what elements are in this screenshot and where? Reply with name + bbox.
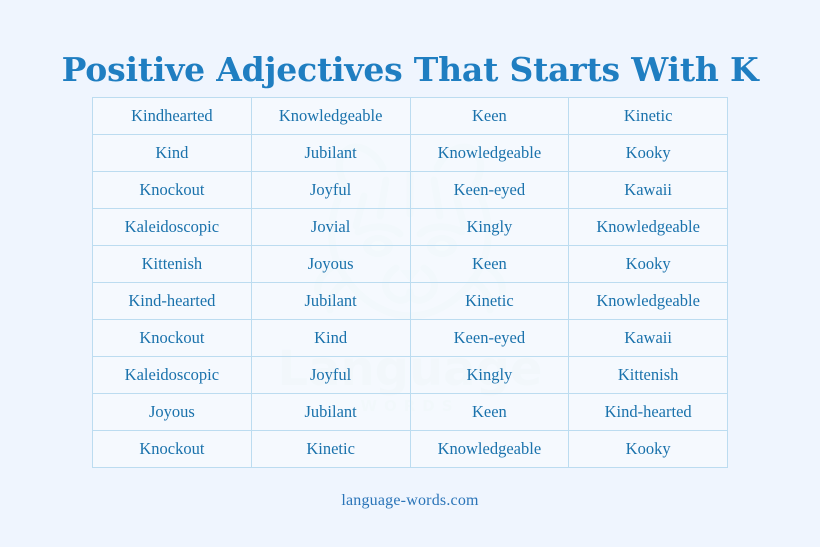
table-cell: Jovial	[250, 208, 411, 246]
table-row: Kind-hearted Jubilant Kinetic Knowledgea…	[92, 282, 728, 320]
table-cell: Kingly	[409, 208, 570, 246]
table-cell: Kinetic	[250, 430, 411, 468]
table-cell: Kingly	[409, 356, 570, 394]
table-row: Knockout Joyful Keen-eyed Kawaii	[92, 171, 728, 209]
table-cell: Joyful	[250, 171, 411, 209]
table-row: Joyous Jubilant Keen Kind-hearted	[92, 393, 728, 431]
table-cell: Knowledgeable	[568, 282, 728, 320]
site-url-footer: language-words.com	[341, 492, 479, 509]
table-cell: Jubilant	[250, 134, 411, 172]
table-cell: Kittenish	[568, 356, 728, 394]
table-cell: Kaleidoscopic	[92, 208, 252, 246]
table-row: Kindhearted Knowledgeable Keen Kinetic	[92, 97, 728, 135]
table-cell: Joyous	[92, 393, 252, 431]
table-cell: Jubilant	[250, 282, 411, 320]
page-title: Positive Adjectives That Starts With K	[61, 50, 759, 90]
table-cell: Keen	[409, 97, 570, 135]
table-cell: Keen	[409, 393, 570, 431]
table-cell: Knockout	[92, 430, 252, 468]
table-cell: Kittenish	[92, 245, 252, 283]
table-cell: Kawaii	[568, 171, 728, 209]
table-cell: Kaleidoscopic	[92, 356, 252, 394]
table-row: Kind Jubilant Knowledgeable Kooky	[92, 134, 728, 172]
table-cell: Kinetic	[568, 97, 728, 135]
table-cell: Knowledgeable	[409, 430, 570, 468]
table-row: Kaleidoscopic Joyful Kingly Kittenish	[92, 356, 728, 394]
table-row: Knockout Kind Keen-eyed Kawaii	[92, 319, 728, 357]
table-body: Kindhearted Knowledgeable Keen Kinetic K…	[92, 97, 728, 468]
infographic-page: Positive Adjectives That Starts With K K…	[0, 0, 820, 547]
table-cell: Keen	[409, 245, 570, 283]
table-cell: Kinetic	[409, 282, 570, 320]
table-cell: Kind	[92, 134, 252, 172]
table-row: Kittenish Joyous Keen Kooky	[92, 245, 728, 283]
table-cell: Joyful	[250, 356, 411, 394]
table-cell: Knockout	[92, 171, 252, 209]
table-cell: Knowledgeable	[250, 97, 411, 135]
adjectives-table: Kindhearted Knowledgeable Keen Kinetic K…	[92, 97, 728, 468]
table-cell: Kindhearted	[92, 97, 252, 135]
table-row: Knockout Kinetic Knowledgeable Kooky	[92, 430, 728, 468]
table-cell: Knowledgeable	[409, 134, 570, 172]
table-cell: Knowledgeable	[568, 208, 728, 246]
table-cell: Kooky	[568, 134, 728, 172]
table-cell: Joyous	[250, 245, 411, 283]
table-cell: Kooky	[568, 430, 728, 468]
table-cell: Keen-eyed	[409, 171, 570, 209]
table-cell: Kind-hearted	[92, 282, 252, 320]
table-cell: Kooky	[568, 245, 728, 283]
table-row: Kaleidoscopic Jovial Kingly Knowledgeabl…	[92, 208, 728, 246]
table-cell: Kind-hearted	[568, 393, 728, 431]
table-cell: Keen-eyed	[409, 319, 570, 357]
table-cell: Kind	[250, 319, 411, 357]
table-cell: Jubilant	[250, 393, 411, 431]
table-cell: Kawaii	[568, 319, 728, 357]
table-cell: Knockout	[92, 319, 252, 357]
